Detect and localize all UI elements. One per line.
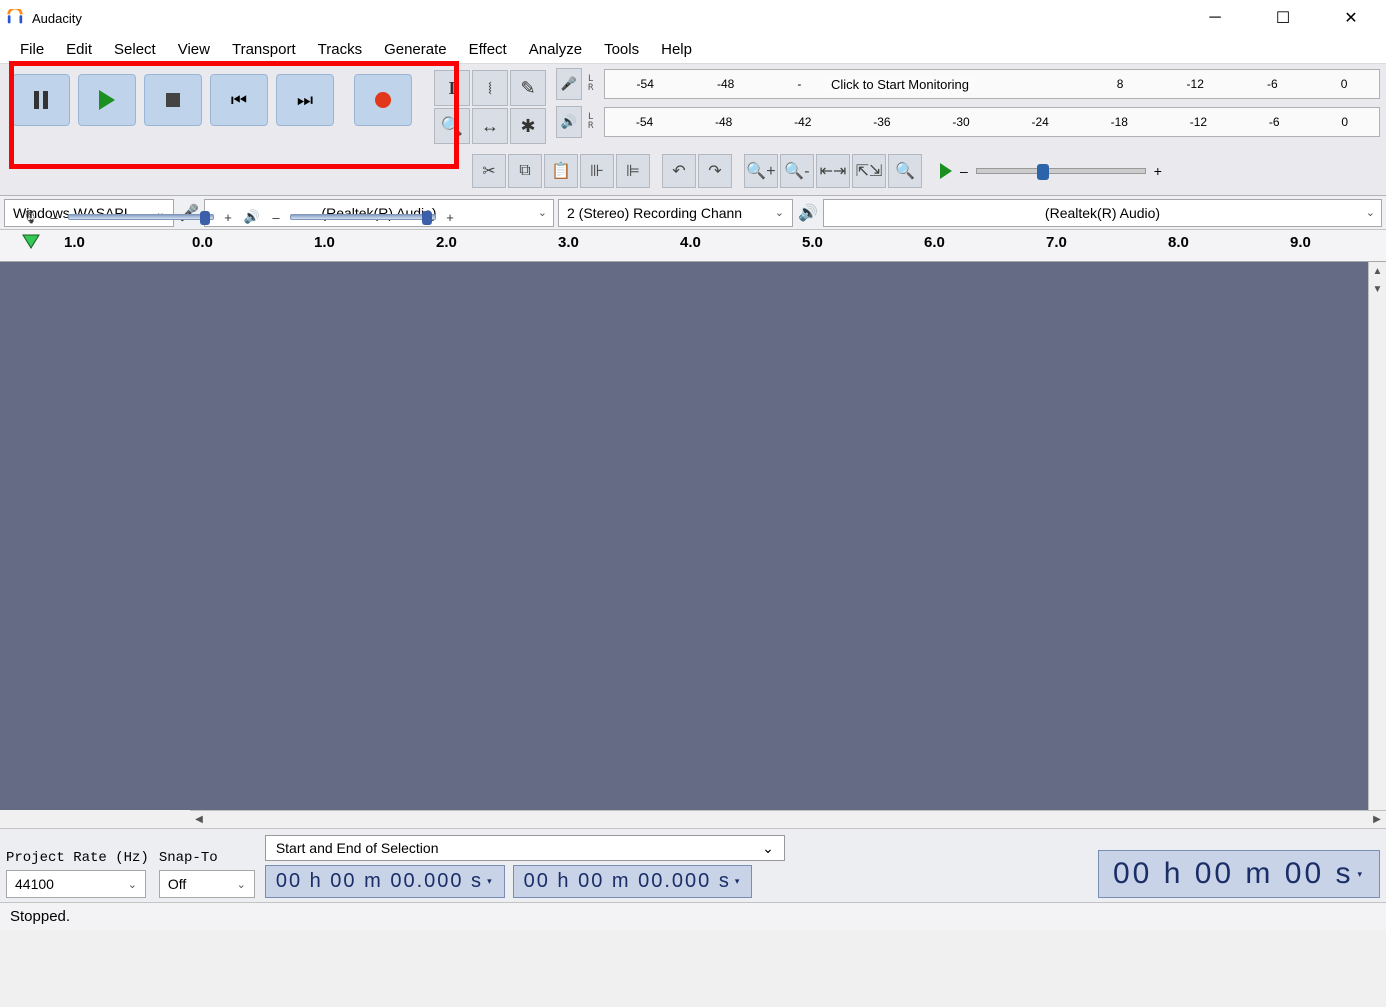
window-title: Audacity <box>32 11 82 26</box>
pause-button[interactable] <box>12 74 70 126</box>
menu-file[interactable]: File <box>10 37 54 62</box>
horizontal-scrollbar[interactable]: ◀ ▶ <box>190 810 1386 828</box>
play-at-speed-button[interactable] <box>934 163 958 179</box>
toolbar-area: ⏮ ⏭ I ⧙ ✎ 🔍 ↔ ✱ 🎤 LR - <box>0 64 1386 196</box>
scroll-up-icon[interactable]: ▲ <box>1369 262 1386 280</box>
snap-to-label: Snap-To <box>159 850 255 866</box>
cut-icon[interactable]: ✂ <box>472 154 506 188</box>
menu-tracks[interactable]: Tracks <box>308 37 372 62</box>
snap-to-combo[interactable]: Off⌄ <box>159 870 255 898</box>
speaker-icon: 🔊 <box>797 203 819 223</box>
playback-device-combo[interactable]: (Realtek(R) Audio)⌄ <box>823 199 1382 227</box>
menu-bar: File Edit Select View Transport Tracks G… <box>0 36 1386 64</box>
ruler-mark: 2.0 <box>436 234 457 251</box>
start-monitoring-text[interactable]: Click to Start Monitoring <box>825 77 975 92</box>
draw-tool-icon[interactable]: ✎ <box>510 70 546 106</box>
track-area[interactable]: ▲ ▼ <box>0 262 1386 810</box>
selection-start-time[interactable]: 00 h 00 m 00.000 s▾ <box>265 865 505 898</box>
playback-volume-slider[interactable] <box>290 214 436 220</box>
trim-icon[interactable]: ⊪ <box>580 154 614 188</box>
redo-icon[interactable]: ↷ <box>698 154 732 188</box>
zoom-out-icon[interactable]: 🔍- <box>780 154 814 188</box>
menu-generate[interactable]: Generate <box>374 37 457 62</box>
paste-icon[interactable]: 📋 <box>544 154 578 188</box>
ruler-mark: 6.0 <box>924 234 945 251</box>
meter-lr-label: LR <box>588 113 598 131</box>
selection-toolbar: Project Rate (Hz) 44100⌄ Snap-To Off⌄ St… <box>0 828 1386 902</box>
playback-level-meter[interactable]: -54-48-42-36-30-24-18-12-60 <box>604 107 1380 137</box>
fit-selection-icon[interactable]: ⇤⇥ <box>816 154 850 188</box>
scroll-left-icon[interactable]: ◀ <box>190 814 208 825</box>
maximize-button[interactable]: ☐ <box>1264 3 1302 33</box>
scroll-right-icon[interactable]: ▶ <box>1368 814 1386 825</box>
menu-effect[interactable]: Effect <box>459 37 517 62</box>
copy-icon[interactable]: ⧉ <box>508 154 542 188</box>
ruler-mark: 4.0 <box>680 234 701 251</box>
ruler-mark: 1.0 <box>314 234 335 251</box>
menu-tools[interactable]: Tools <box>594 37 649 62</box>
selection-end-time[interactable]: 00 h 00 m 00.000 s▾ <box>513 865 753 898</box>
transport-toolbar: ⏮ ⏭ <box>0 64 424 132</box>
minus-icon: – <box>44 210 64 225</box>
envelope-tool-icon[interactable]: ⧙ <box>472 70 508 106</box>
ruler-mark: 1.0 <box>64 234 85 251</box>
selection-tool-icon[interactable]: I <box>434 70 470 106</box>
selection-mode-combo[interactable]: Start and End of Selection⌄ <box>265 835 785 861</box>
record-level-meter[interactable]: -54-48-8-12-60 Click to Start Monitoring <box>604 69 1380 99</box>
vertical-scrollbar[interactable]: ▲ ▼ <box>1368 262 1386 810</box>
menu-view[interactable]: View <box>168 37 220 62</box>
plus-icon: + <box>440 210 460 225</box>
plus-icon: + <box>1154 163 1162 179</box>
playback-speed-slider[interactable] <box>976 168 1146 174</box>
minimize-button[interactable]: ─ <box>1196 3 1234 33</box>
status-bar: Stopped. <box>0 902 1386 930</box>
project-rate-combo[interactable]: 44100⌄ <box>6 870 146 898</box>
recording-channels-combo[interactable]: 2 (Stereo) Recording Chann⌄ <box>558 199 793 227</box>
zoom-in-icon[interactable]: 🔍+ <box>744 154 778 188</box>
fit-project-icon[interactable]: ⇱⇲ <box>852 154 886 188</box>
minus-icon: – <box>266 210 286 225</box>
record-button[interactable] <box>354 74 412 126</box>
stop-button[interactable] <box>144 74 202 126</box>
silence-icon[interactable]: ⊫ <box>616 154 650 188</box>
timeline-ruler[interactable]: 1.0 0.0 1.0 2.0 3.0 4.0 5.0 6.0 7.0 8.0 9.0 <box>0 230 1386 262</box>
title-bar: Audacity ─ ☐ ✕ <box>0 0 1386 36</box>
ruler-mark: 0.0 <box>192 234 213 251</box>
undo-icon[interactable]: ↶ <box>662 154 696 188</box>
timeshift-tool-icon[interactable]: ↔ <box>472 108 508 144</box>
speaker-gain-icon: 🔊 <box>242 209 262 225</box>
menu-transport[interactable]: Transport <box>222 37 306 62</box>
plus-icon: + <box>218 210 238 225</box>
audacity-app-icon <box>6 9 24 27</box>
ruler-mark: 3.0 <box>558 234 579 251</box>
play-button[interactable] <box>78 74 136 126</box>
ruler-mark: 5.0 <box>802 234 823 251</box>
skip-end-button[interactable]: ⏭ <box>276 74 334 126</box>
meter-lr-label: LR <box>588 75 598 93</box>
project-rate-label: Project Rate (Hz) <box>6 850 149 866</box>
close-button[interactable]: ✕ <box>1332 3 1370 33</box>
ruler-mark: 9.0 <box>1290 234 1311 251</box>
zoom-tool-icon[interactable]: 🔍 <box>434 108 470 144</box>
scroll-down-icon[interactable]: ▼ <box>1369 280 1386 298</box>
playback-meter-speaker-icon[interactable]: 🔊 <box>556 106 582 138</box>
minus-icon: – <box>960 163 968 179</box>
skip-start-button[interactable]: ⏮ <box>210 74 268 126</box>
multi-tool-icon[interactable]: ✱ <box>510 108 546 144</box>
menu-edit[interactable]: Edit <box>56 37 102 62</box>
ruler-mark: 7.0 <box>1046 234 1067 251</box>
mic-gain-icon: 🎙 <box>20 209 40 225</box>
zoom-toggle-icon[interactable]: 🔍 <box>888 154 922 188</box>
meters: 🎤 LR -54-48-8-12-60 Click to Start Monit… <box>550 64 1386 142</box>
recording-volume-slider[interactable] <box>68 214 214 220</box>
status-text: Stopped. <box>10 908 70 925</box>
ruler-mark: 8.0 <box>1168 234 1189 251</box>
menu-help[interactable]: Help <box>651 37 702 62</box>
audio-position-time[interactable]: 00 h 00 m 00 s▾ <box>1098 850 1380 898</box>
menu-analyze[interactable]: Analyze <box>519 37 592 62</box>
record-meter-mic-icon[interactable]: 🎤 <box>556 68 582 100</box>
menu-select[interactable]: Select <box>104 37 166 62</box>
